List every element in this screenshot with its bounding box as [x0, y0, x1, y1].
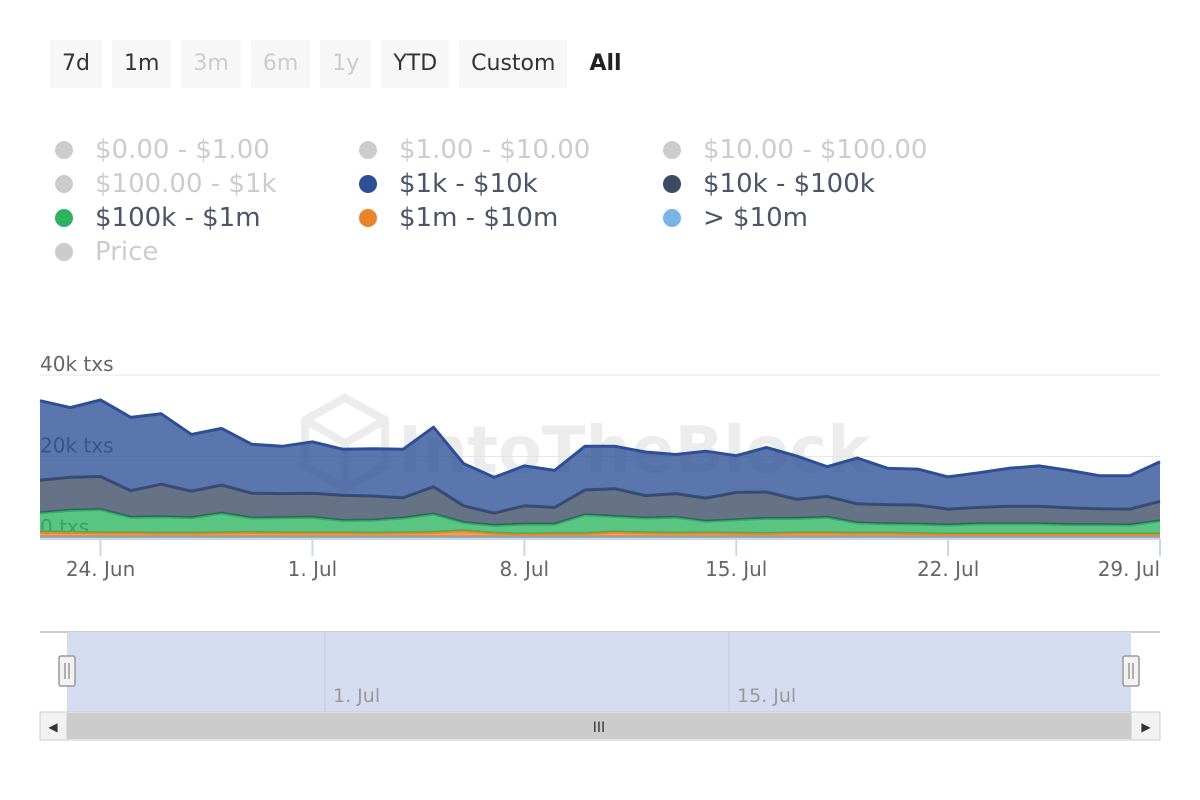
x-tick-label: 24. Jun: [66, 557, 135, 581]
navigator-selected-range[interactable]: [67, 632, 1131, 712]
navigator-tick-label: 15. Jul: [737, 685, 796, 707]
axis-layer: 24. Jun 1. Jul 8. Jul 15. Jul 22. Jul 29. Jul: [40, 538, 1161, 581]
x-tick-label: 1. Jul: [288, 557, 338, 581]
x-tick-label: 8. Jul: [500, 557, 550, 581]
navigator-right-handle[interactable]: [1122, 655, 1140, 687]
x-tick-label: 22. Jul: [917, 557, 979, 581]
scroll-right-arrow-icon: ▶: [1141, 720, 1151, 734]
navigator-left-handle[interactable]: [58, 655, 76, 687]
scrollbar-grip-icon: III: [593, 720, 605, 736]
area-chart: IntoTheBlock 0 txs20k txs40k txs 24. Jun…: [39, 352, 1161, 741]
x-tick-label: 15. Jul: [705, 557, 767, 581]
y-tick-label: 40k txs: [40, 352, 114, 376]
x-tick-label: 29. Jul: [1098, 557, 1160, 581]
scroll-left-arrow-icon: ◀: [48, 720, 58, 734]
navigator: 1. Jul 15. Jul III ◀ ▶: [39, 631, 1161, 741]
navigator-tick-label: 1. Jul: [333, 685, 380, 707]
